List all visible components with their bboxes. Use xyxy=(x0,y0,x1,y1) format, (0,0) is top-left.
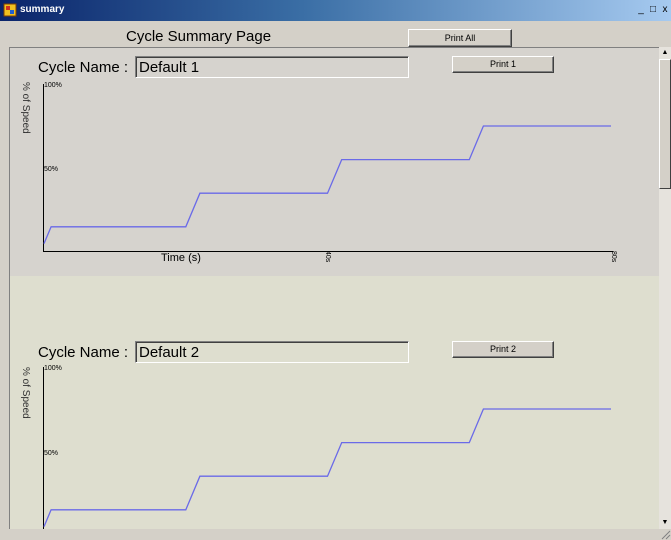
speed-chart-1 xyxy=(43,84,613,252)
speed-series-line xyxy=(43,125,611,244)
cycle-name-label: Cycle Name : xyxy=(38,344,129,361)
cycle-name-field[interactable]: Default 2 xyxy=(135,341,409,363)
cycle-section-1: Cycle Name : Default 1 Print 1 % of Spee… xyxy=(10,48,659,276)
print-1-button[interactable]: Print 1 xyxy=(452,56,554,73)
app-icon xyxy=(3,3,17,17)
cycle-name-label: Cycle Name : xyxy=(38,59,129,76)
window-title: summary xyxy=(20,4,65,15)
y-axis-label: % of Speed xyxy=(20,367,31,419)
speed-series-line xyxy=(43,408,611,527)
scroll-up-arrow-icon[interactable]: ▲ xyxy=(659,47,671,59)
cycle-name-field[interactable]: Default 1 xyxy=(135,56,409,78)
resize-grip-icon[interactable] xyxy=(659,528,671,540)
status-strip xyxy=(0,529,671,540)
scrollbar-thumb[interactable] xyxy=(659,59,671,189)
speed-chart-2 xyxy=(43,367,611,529)
cycle-section-2: Cycle Name : Default 2 Print 2 % of Spee… xyxy=(10,276,659,529)
window-title-bar[interactable]: summary _ □ x xyxy=(0,0,671,21)
y-axis-label: % of Speed xyxy=(20,82,31,134)
header-strip xyxy=(0,21,671,47)
x-tick-40s: 40s xyxy=(324,251,331,263)
vertical-scrollbar[interactable]: ▲ ▼ xyxy=(659,47,671,529)
print-2-button[interactable]: Print 2 xyxy=(452,341,554,358)
cycles-scroll-area[interactable]: Cycle Name : Default 1 Print 1 % of Spee… xyxy=(9,47,659,529)
x-tick-80s: 80s xyxy=(610,251,617,263)
page-title: Cycle Summary Page xyxy=(126,28,272,45)
print-all-button[interactable]: Print All xyxy=(408,29,512,47)
x-axis-label: Time (s) xyxy=(161,252,201,264)
close-button[interactable]: x xyxy=(658,3,671,17)
